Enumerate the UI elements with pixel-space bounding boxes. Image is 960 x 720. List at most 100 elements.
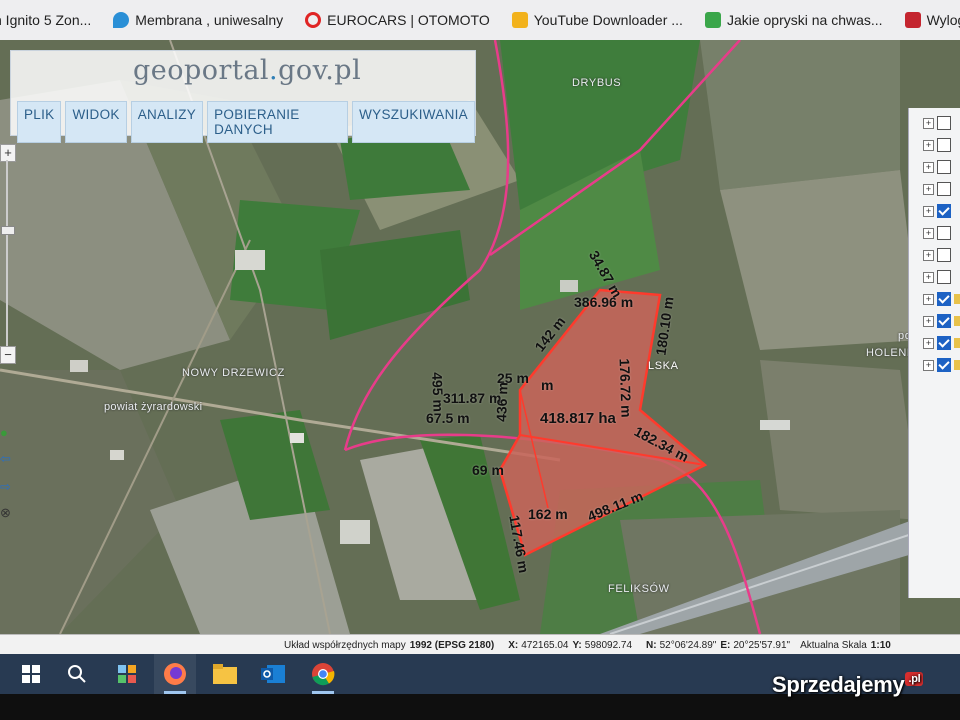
layer-checkbox[interactable] xyxy=(937,314,951,328)
e-label: E: xyxy=(720,639,731,651)
folder-icon xyxy=(954,294,960,304)
measure-label: 495 m xyxy=(429,371,447,413)
measure-label: 311.87 m xyxy=(443,390,502,406)
expand-icon[interactable]: + xyxy=(923,161,934,173)
x-value: 472165.04 xyxy=(521,639,569,651)
expand-icon[interactable]: + xyxy=(923,359,934,371)
outlook-icon[interactable] xyxy=(258,659,288,689)
geoportal-header: geoportal.gov.pl PLIK WIDOK ANALIZY POBI… xyxy=(10,50,476,143)
youtube-downloader-icon xyxy=(511,12,528,28)
menu-widok[interactable]: WIDOK xyxy=(65,101,127,143)
measure-label: 176.72 m xyxy=(616,358,635,418)
bookmark-label: Jakie opryski na chwas... xyxy=(726,12,883,28)
folder-icon xyxy=(954,316,960,326)
zoom-out-button[interactable]: − xyxy=(0,346,16,364)
layer-row[interactable]: + xyxy=(923,138,951,152)
layer-row[interactable]: + xyxy=(923,270,951,284)
bookmark-item[interactable]: Wylogowano xyxy=(904,12,960,28)
search-icon[interactable] xyxy=(62,659,92,689)
expand-icon[interactable]: + xyxy=(923,183,934,195)
menu-plik[interactable]: PLIK xyxy=(17,101,62,143)
layer-checkbox[interactable] xyxy=(937,358,951,372)
crs-value: 1992 (EPSG 2180) xyxy=(409,639,495,651)
bookmark-item[interactable]: Membrana , uniwesalny xyxy=(113,12,283,28)
zoom-slider-handle[interactable] xyxy=(1,226,15,235)
bookmark-label: Membrana , uniwesalny xyxy=(135,12,284,28)
main-menu: PLIK WIDOK ANALIZY POBIERANIE DANYCH WYS… xyxy=(17,101,475,143)
layer-row[interactable]: + xyxy=(923,204,951,218)
zoom-slider-track[interactable] xyxy=(6,160,8,350)
layer-row[interactable]: + xyxy=(923,314,960,328)
layer-row[interactable]: + xyxy=(923,248,951,262)
scale-value[interactable]: 1:10 xyxy=(871,640,891,651)
taskview-icon[interactable] xyxy=(112,659,142,689)
layer-checkbox[interactable] xyxy=(937,116,951,130)
site-logo-icon xyxy=(904,12,921,28)
layer-row[interactable]: + xyxy=(923,116,951,130)
layer-row[interactable]: + xyxy=(923,292,960,306)
crs-label: Układ współrzędnych mapy xyxy=(284,639,406,651)
expand-icon[interactable]: + xyxy=(923,249,934,261)
layer-panel: + + + + + + + + + + + + xyxy=(908,108,960,598)
layer-row[interactable]: + xyxy=(923,336,960,350)
geoportal-logo[interactable]: geoportal.gov.pl xyxy=(133,55,361,86)
otomoto-logo-icon xyxy=(305,12,322,28)
expand-icon[interactable]: + xyxy=(923,271,934,283)
bookmark-label: Wylogowano xyxy=(926,12,960,28)
scale-label: Aktualna Skala xyxy=(800,639,867,651)
leaf-icon xyxy=(704,12,721,28)
expand-icon[interactable]: + xyxy=(923,117,934,129)
sprzedajemy-watermark: Sprzedajemy .pl xyxy=(772,672,924,698)
menu-analizy[interactable]: ANALIZY xyxy=(130,101,204,143)
layer-row[interactable]: + xyxy=(923,358,960,372)
bookmark-item[interactable]: n Ignito 5 Zon... xyxy=(0,12,91,28)
layer-row[interactable]: + xyxy=(923,226,951,240)
n-value: 52°06'24.89" xyxy=(659,639,717,651)
expand-icon[interactable]: + xyxy=(923,227,934,239)
layer-checkbox[interactable] xyxy=(937,336,951,350)
chrome-icon[interactable] xyxy=(308,659,338,689)
layer-checkbox[interactable] xyxy=(937,270,951,284)
bookmarks-bar: n Ignito 5 Zon... Membrana , uniwesalny EU… xyxy=(0,0,960,40)
measure-label: 162 m xyxy=(528,506,568,522)
layer-row[interactable]: + xyxy=(923,182,951,196)
y-value: 598092.74 xyxy=(584,639,633,651)
bookmark-label: EUROCARS | OTOMOTO xyxy=(327,12,490,28)
close-circle-icon[interactable]: ⊗ xyxy=(0,506,14,520)
layer-row[interactable]: + xyxy=(923,160,951,174)
folder-icon xyxy=(954,360,960,370)
expand-icon[interactable]: + xyxy=(923,205,934,217)
layer-checkbox[interactable] xyxy=(937,204,951,218)
file-explorer-icon[interactable] xyxy=(210,659,240,689)
menu-wyszukiwania[interactable]: WYSZUKIWANIA xyxy=(352,101,475,143)
layer-checkbox[interactable] xyxy=(937,248,951,262)
place-label-nowy-drzewicz: NOWY DRZEWICZ xyxy=(182,367,285,379)
menu-pobieranie-danych[interactable]: POBIERANIE DANYCH xyxy=(207,101,349,143)
windows-start-icon[interactable] xyxy=(16,659,46,689)
layer-checkbox[interactable] xyxy=(937,160,951,174)
layer-checkbox[interactable] xyxy=(937,292,951,306)
layer-checkbox[interactable] xyxy=(937,226,951,240)
x-label: X: xyxy=(508,639,519,651)
arrow-left-icon[interactable]: ⇦ xyxy=(0,452,14,466)
arrow-right-icon[interactable]: ⇨ xyxy=(0,480,14,494)
expand-icon[interactable]: + xyxy=(923,337,934,349)
bookmark-item[interactable]: Jakie opryski na chwas... xyxy=(704,12,883,28)
bookmark-label: n Ignito 5 Zon... xyxy=(0,12,92,28)
expand-icon[interactable]: + xyxy=(923,293,934,305)
bookmark-item[interactable]: YouTube Downloader ... xyxy=(511,12,683,28)
y-label: Y: xyxy=(572,639,582,651)
expand-icon[interactable]: + xyxy=(923,139,934,151)
n-label: N: xyxy=(646,639,657,651)
place-label-powiat: powiat żyrardowski xyxy=(104,401,203,413)
measure-label: 67.5 m xyxy=(426,410,470,426)
layer-checkbox[interactable] xyxy=(937,138,951,152)
globe-icon[interactable]: ● xyxy=(0,426,14,440)
layer-checkbox[interactable] xyxy=(937,182,951,196)
folder-icon xyxy=(954,338,960,348)
bookmark-item[interactable]: EUROCARS | OTOMOTO xyxy=(305,12,490,28)
zoom-in-button[interactable]: + xyxy=(0,144,16,162)
expand-icon[interactable]: + xyxy=(923,315,934,327)
water-drop-icon xyxy=(113,12,130,28)
place-label-drybus: DRYBUS xyxy=(572,77,622,89)
